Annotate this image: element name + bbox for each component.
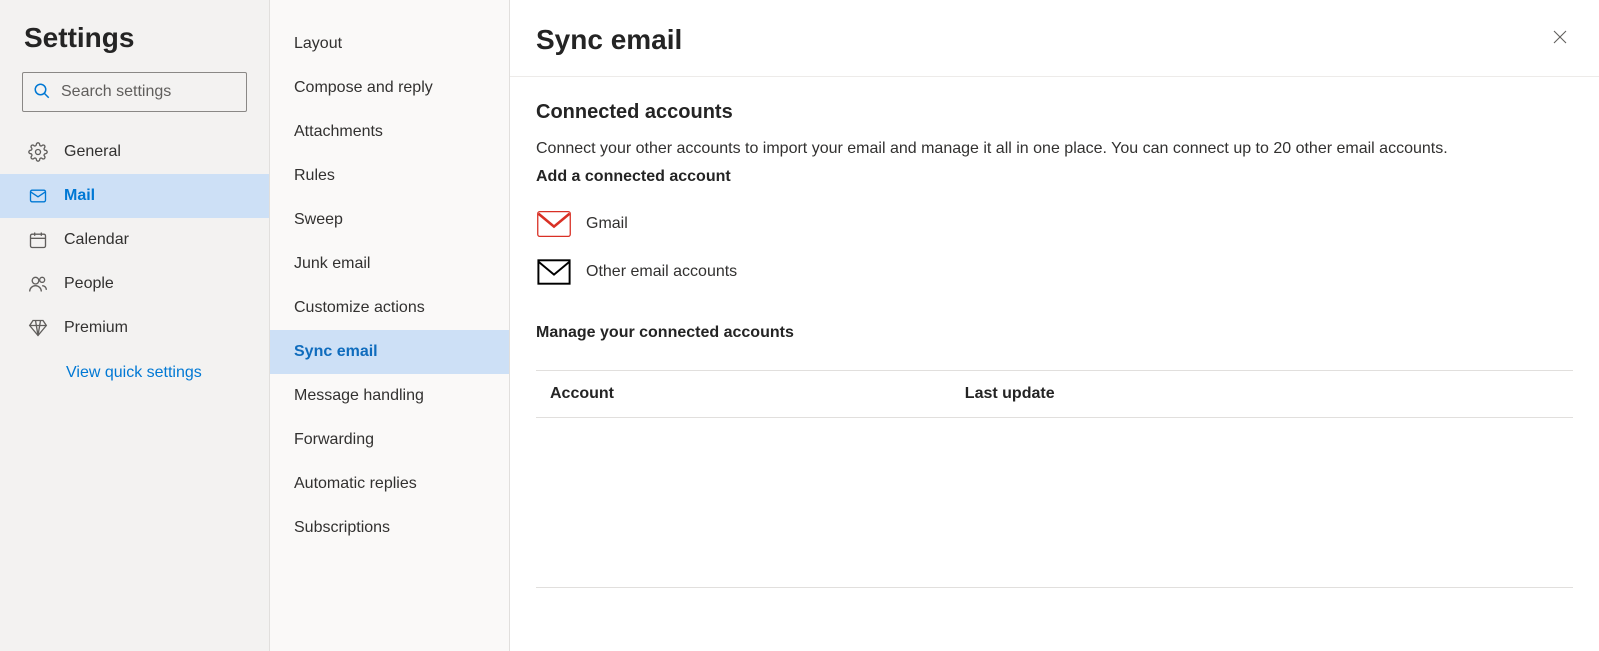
add-gmail-option[interactable]: Gmail	[536, 200, 1573, 248]
calendar-icon	[28, 230, 64, 250]
connected-accounts-heading: Connected accounts	[536, 101, 1573, 124]
nav-label: Calendar	[64, 231, 129, 249]
subnav-item-customize[interactable]: Customize actions	[270, 286, 509, 330]
settings-title: Settings	[0, 22, 269, 72]
connected-accounts-table: Account Last update	[536, 370, 1573, 588]
page-title: Sync email	[536, 24, 682, 56]
gear-icon	[28, 142, 64, 162]
nav-item-premium[interactable]: Premium	[0, 306, 269, 350]
envelope-icon	[536, 259, 572, 285]
subnav-list: Layout Compose and reply Attachments Rul…	[270, 22, 509, 550]
nav-label: People	[64, 275, 114, 293]
subnav-item-subscriptions[interactable]: Subscriptions	[270, 506, 509, 550]
subnav-item-sweep[interactable]: Sweep	[270, 198, 509, 242]
content-header: Sync email	[510, 0, 1599, 77]
add-connected-account-heading: Add a connected account	[536, 168, 1573, 186]
nav-item-people[interactable]: People	[0, 262, 269, 306]
nav-item-general[interactable]: General	[0, 130, 269, 174]
gmail-icon	[536, 211, 572, 237]
subnav-item-attachments[interactable]: Attachments	[270, 110, 509, 154]
nav-item-calendar[interactable]: Calendar	[0, 218, 269, 262]
nav-label: Premium	[64, 319, 128, 337]
subnav-item-automatic-replies[interactable]: Automatic replies	[270, 462, 509, 506]
nav-label: General	[64, 143, 121, 161]
subnav-item-compose[interactable]: Compose and reply	[270, 66, 509, 110]
nav-label: Mail	[64, 187, 95, 205]
table-empty-area	[536, 418, 1573, 588]
nav-item-mail[interactable]: Mail	[0, 174, 269, 218]
search-box[interactable]	[22, 72, 247, 112]
search-icon	[33, 82, 61, 103]
content-scroll[interactable]: Connected accounts Connect your other ac…	[510, 77, 1599, 651]
view-quick-settings-link[interactable]: View quick settings	[0, 350, 269, 382]
primary-sidebar: Settings General Mail	[0, 0, 270, 651]
content-pane: Sync email Connected accounts Connect yo…	[510, 0, 1599, 651]
subnav-item-layout[interactable]: Layout	[270, 22, 509, 66]
subnav-item-rules[interactable]: Rules	[270, 154, 509, 198]
subnav-item-sync-email[interactable]: Sync email	[270, 330, 509, 374]
manage-accounts-heading: Manage your connected accounts	[536, 324, 1573, 342]
subnav-item-junk[interactable]: Junk email	[270, 242, 509, 286]
col-header-last-update: Last update	[951, 371, 1573, 418]
add-other-email-option[interactable]: Other email accounts	[536, 248, 1573, 296]
search-input[interactable]	[61, 83, 236, 101]
col-header-account: Account	[536, 371, 951, 418]
subnav-item-message-handling[interactable]: Message handling	[270, 374, 509, 418]
close-icon	[1551, 33, 1569, 49]
diamond-icon	[28, 318, 64, 338]
add-gmail-label: Gmail	[586, 215, 628, 233]
add-other-email-label: Other email accounts	[586, 263, 737, 281]
people-icon	[28, 274, 64, 294]
settings-panel: Settings General Mail	[0, 0, 1599, 651]
close-button[interactable]	[1547, 24, 1573, 53]
connected-accounts-desc: Connect your other accounts to import yo…	[536, 138, 1573, 160]
subnav-item-forwarding[interactable]: Forwarding	[270, 418, 509, 462]
mail-icon	[28, 186, 64, 206]
secondary-sidebar: Layout Compose and reply Attachments Rul…	[270, 0, 510, 651]
primary-nav: General Mail Calendar People	[0, 130, 269, 350]
